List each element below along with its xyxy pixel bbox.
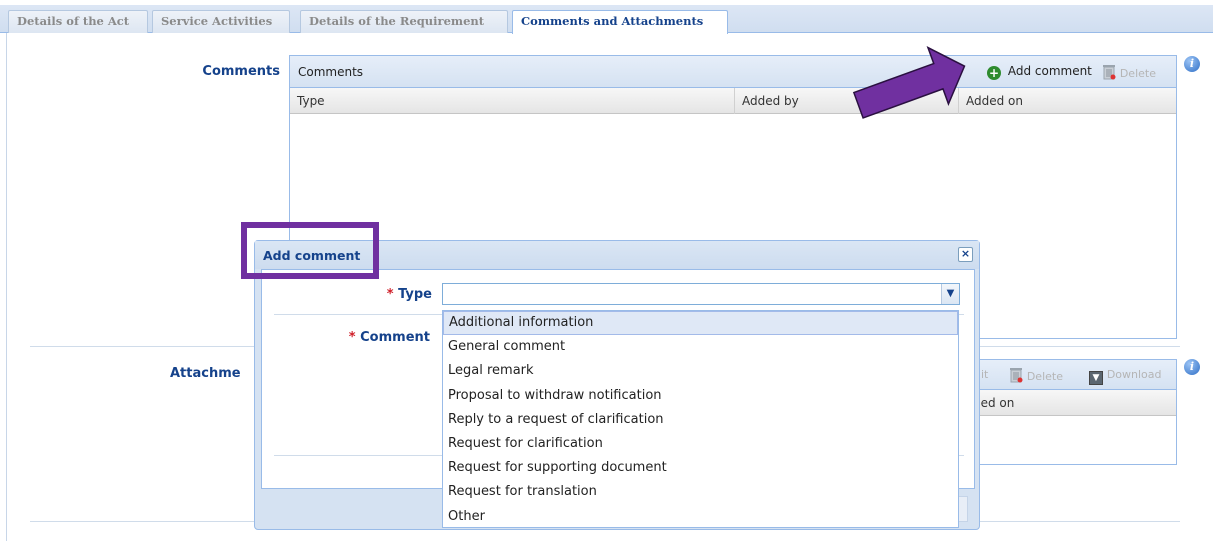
dropdown-option[interactable]: Proposal to withdraw notification [443, 384, 958, 408]
comments-field-label: Comments [202, 64, 280, 79]
tab-details-of-the-act[interactable]: Details of the Act [8, 10, 148, 33]
dropdown-option[interactable]: General comment [443, 335, 958, 359]
column-header-added-on[interactable]: ded on [951, 390, 1177, 416]
trash-icon [1103, 65, 1116, 80]
download-icon: ▼ [1089, 371, 1103, 385]
download-label: Download [1106, 368, 1162, 381]
delete-attachment-label: Delete [1026, 370, 1063, 383]
annotation-arrow-icon [852, 46, 966, 119]
tab-bar-top-strip [0, 0, 1213, 5]
comment-field-label: * Comment [320, 330, 430, 345]
dropdown-option[interactable]: Request for clarification [443, 432, 958, 456]
annotation-highlight-box [241, 222, 379, 279]
add-comment-button[interactable]: + Add comment [987, 64, 1092, 80]
tab-details-of-the-requirement[interactable]: Details of the Requirement [300, 10, 508, 33]
chevron-down-icon[interactable]: ▼ [941, 284, 959, 304]
dropdown-option[interactable]: Request for supporting document [443, 456, 958, 480]
attachments-field-label: Attachme [170, 366, 241, 381]
dropdown-option[interactable]: Legal remark [443, 359, 958, 383]
close-icon[interactable]: × [958, 247, 973, 262]
delete-attachment-button[interactable]: Delete [1009, 367, 1063, 383]
delete-comment-button[interactable]: Delete [1102, 64, 1156, 80]
type-field-label: * Type [340, 287, 432, 302]
comments-grid-toolbar: Comments + Add comment Delete [290, 56, 1176, 88]
tab-service-activities[interactable]: Service Activities [152, 10, 290, 33]
comments-grid-title: Comments [298, 65, 364, 79]
dropdown-option[interactable]: Other [443, 505, 958, 529]
trash-icon [1010, 368, 1023, 383]
type-label-text: Type [398, 287, 432, 302]
comments-info-icon[interactable]: i [1184, 56, 1200, 72]
add-icon: + [987, 66, 1001, 80]
type-dropdown-list: Additional information General comment L… [442, 310, 959, 528]
type-select[interactable]: ▼ [442, 283, 960, 305]
comments-grid-header: Type Added by Added on [290, 88, 1176, 114]
download-attachment-button[interactable]: ▼ Download [1089, 367, 1162, 385]
attachments-grid-header: ded on [951, 390, 1176, 416]
attachments-info-icon[interactable]: i [1184, 359, 1200, 375]
add-comment-label: Add comment [1007, 64, 1092, 78]
attachments-grid: it Delete ▼ Download ded on [950, 359, 1177, 465]
required-marker: * [386, 287, 394, 302]
tab-bar: Details of the Act Service Activities De… [0, 0, 1213, 34]
required-marker: * [348, 330, 356, 345]
attachments-grid-toolbar: it Delete ▼ Download [951, 360, 1176, 390]
column-header-type[interactable]: Type [290, 88, 735, 114]
column-header-added-on[interactable]: Added on [959, 88, 1177, 114]
tab-comments-and-attachments[interactable]: Comments and Attachments [512, 10, 728, 34]
delete-comment-label: Delete [1119, 67, 1156, 80]
dropdown-option[interactable]: Reply to a request of clarification [443, 408, 958, 432]
dropdown-option[interactable]: Request for translation [443, 480, 958, 504]
comment-label-text: Comment [360, 330, 430, 345]
content-left-border [6, 33, 7, 541]
dropdown-option[interactable]: Additional information [443, 311, 958, 336]
edit-attachment-button[interactable]: it [981, 368, 988, 381]
